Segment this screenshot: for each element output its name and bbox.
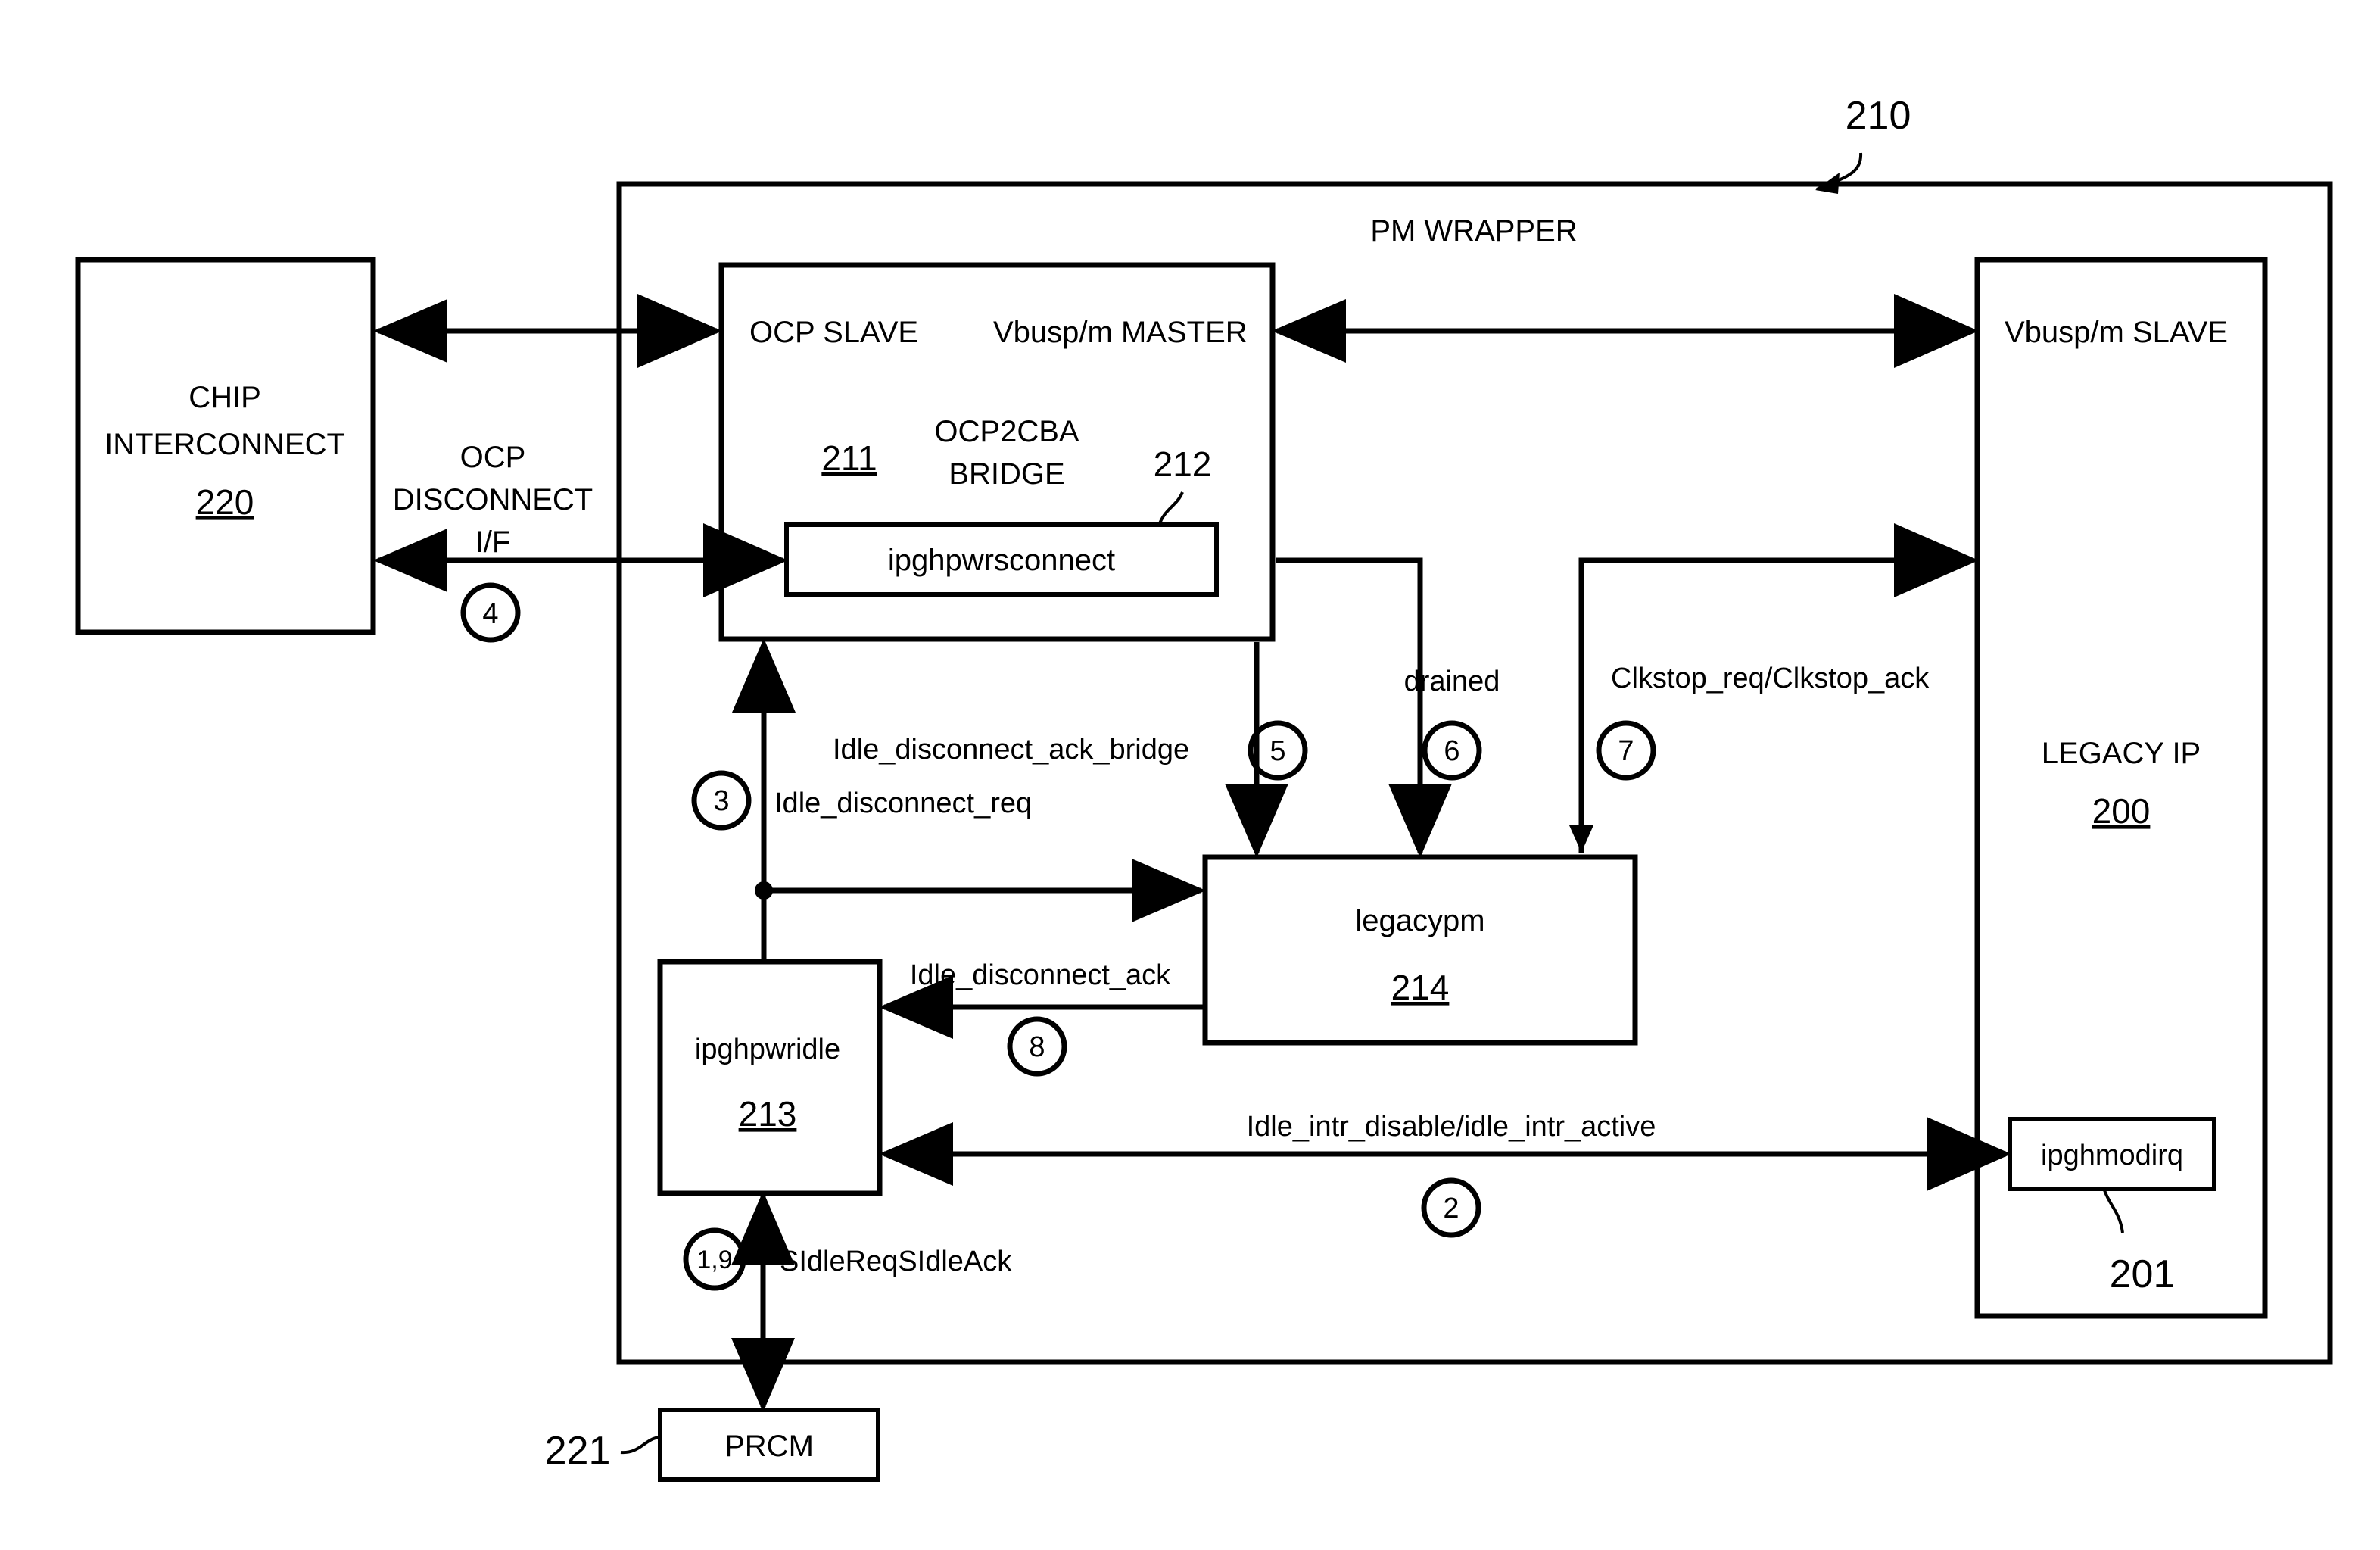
legacypm-box bbox=[1202, 854, 1638, 1046]
prcm-box bbox=[658, 1408, 880, 1482]
marker-circle-6 bbox=[1422, 720, 1482, 781]
chip-interconnect-box bbox=[75, 257, 376, 635]
ref-212-leader bbox=[1157, 491, 1184, 526]
marker-circle-1-9 bbox=[683, 1227, 746, 1291]
ipghpwridle-box bbox=[657, 959, 883, 1196]
marker-circle-7 bbox=[1596, 720, 1656, 781]
pm-wrapper-boundary bbox=[616, 181, 2333, 1365]
wire-drained bbox=[1276, 557, 1452, 858]
diagram-svg bbox=[75, 152, 2333, 1482]
legacy-ip-box bbox=[1974, 257, 2268, 1319]
marker-circle-2 bbox=[1421, 1177, 1481, 1238]
wire-clkstop-to-legacy-ip bbox=[1578, 523, 1979, 853]
ipghpwrsconnect-box bbox=[784, 522, 1219, 597]
ref-221-leader bbox=[620, 1436, 660, 1455]
ipghmodirq-box bbox=[2008, 1117, 2216, 1191]
figure-canvas: 210 PM WRAPPER CHIP INTERCONNECT 220 OCP… bbox=[0, 0, 2380, 1550]
wire-clkstop-arrowhead-legacypm bbox=[1569, 825, 1593, 853]
ref-201-leader bbox=[2103, 1190, 2124, 1233]
marker-circle-4 bbox=[460, 582, 521, 643]
bridge-box bbox=[718, 262, 1276, 642]
marker-circle-8 bbox=[1007, 1016, 1067, 1077]
marker-circle-3 bbox=[691, 770, 752, 831]
